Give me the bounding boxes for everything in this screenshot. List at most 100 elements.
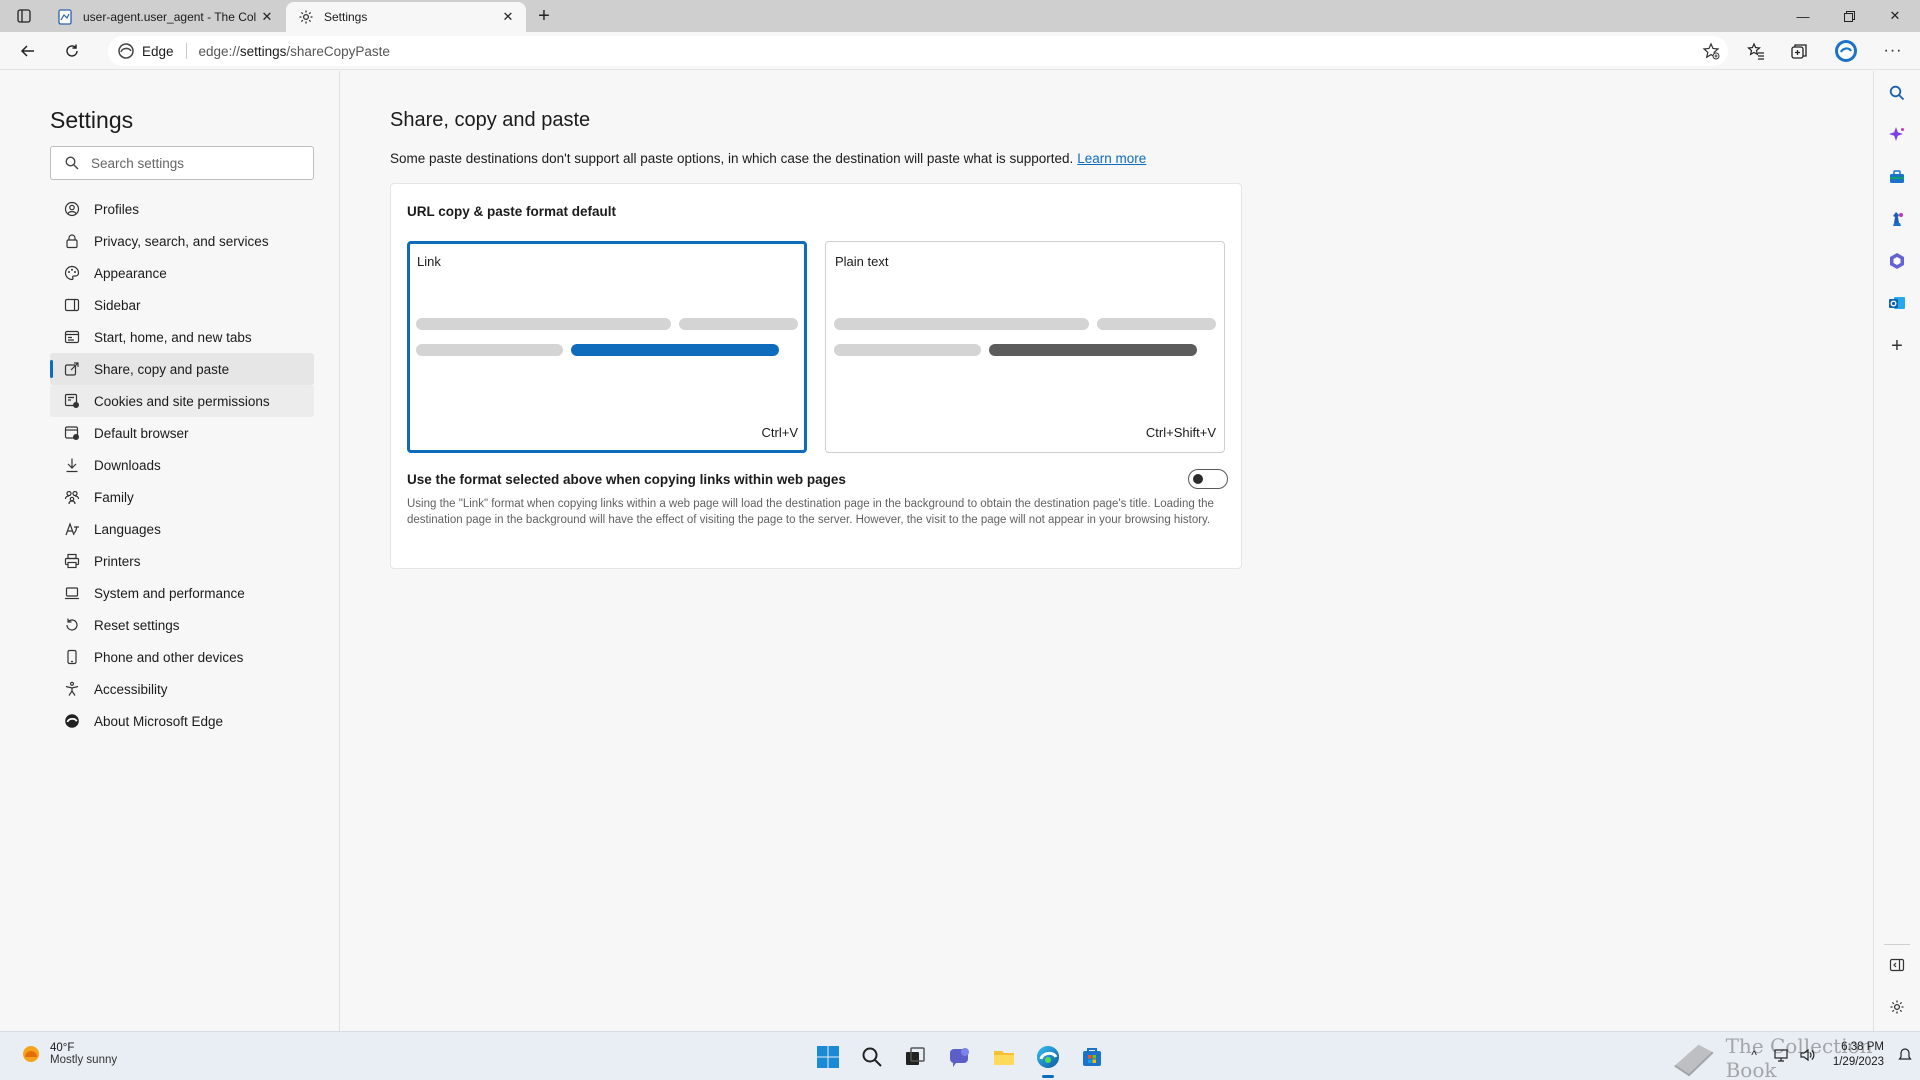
edge-taskbar-button[interactable] bbox=[1033, 1042, 1063, 1078]
chat-button[interactable] bbox=[945, 1042, 975, 1072]
search-input[interactable] bbox=[91, 155, 291, 171]
chat-icon bbox=[950, 1048, 969, 1067]
sidebar-item-default-browser[interactable]: Default browser bbox=[50, 417, 314, 449]
volume-icon[interactable] bbox=[1799, 1047, 1815, 1063]
sidebar-discover-button[interactable] bbox=[1887, 125, 1907, 145]
tab-actions-icon bbox=[17, 9, 31, 23]
weather-widget[interactable]: 40°F Mostly sunny bbox=[20, 1042, 117, 1066]
sidebar-item-privacy[interactable]: Privacy, search, and services bbox=[50, 225, 314, 257]
sidebar-office-button[interactable] bbox=[1887, 251, 1907, 271]
sidebar-search-button[interactable] bbox=[1887, 83, 1907, 103]
settings-title: Settings bbox=[50, 107, 134, 133]
minimize-button[interactable]: — bbox=[1780, 0, 1826, 32]
palette-icon bbox=[64, 265, 80, 281]
sidebar-item-appearance[interactable]: Appearance bbox=[50, 257, 314, 289]
hide-sidebar-button[interactable] bbox=[1887, 955, 1907, 975]
option-label: Link bbox=[417, 254, 441, 269]
network-icon[interactable] bbox=[1773, 1047, 1789, 1063]
file-explorer-button[interactable] bbox=[989, 1042, 1019, 1072]
site-identity[interactable]: Edge bbox=[118, 43, 174, 59]
restore-button[interactable] bbox=[1826, 0, 1872, 32]
sidebar-item-profiles[interactable]: Profiles bbox=[50, 193, 314, 225]
sidebar-tools-button[interactable] bbox=[1887, 167, 1907, 187]
sidebar-item-label: System and performance bbox=[94, 585, 245, 601]
phone-icon bbox=[64, 649, 80, 665]
language-icon bbox=[64, 521, 80, 537]
more-menu-button[interactable]: ··· bbox=[1878, 37, 1908, 65]
tab-title: Settings bbox=[324, 10, 368, 24]
chess-icon bbox=[1893, 212, 1903, 226]
sidebar-item-languages[interactable]: Languages bbox=[50, 513, 314, 545]
refresh-button[interactable] bbox=[57, 37, 87, 65]
sidebar-item-share-copy-paste[interactable]: Share, copy and paste bbox=[50, 353, 314, 385]
favorites-button[interactable] bbox=[1741, 37, 1771, 65]
search-settings-box[interactable] bbox=[50, 146, 314, 180]
clock[interactable]: 6:38 PM 1/29/2023 bbox=[1833, 1040, 1884, 1070]
sidebar-item-label: Privacy, search, and services bbox=[94, 233, 269, 249]
accessibility-icon bbox=[64, 681, 80, 697]
restore-icon bbox=[1843, 10, 1855, 22]
tab-actions-button[interactable] bbox=[10, 6, 38, 26]
tab-settings[interactable]: Settings ✕ bbox=[286, 2, 526, 32]
link-format-option[interactable]: Link Ctrl+V bbox=[407, 241, 807, 453]
sidebar-item-system[interactable]: System and performance bbox=[50, 577, 314, 609]
sidebar-item-label: Sidebar bbox=[94, 297, 141, 313]
edge-icon bbox=[64, 713, 80, 729]
sidebar-outlook-button[interactable] bbox=[1887, 293, 1907, 313]
chevron-up-icon[interactable]: ^ bbox=[1751, 1048, 1757, 1062]
sidebar-item-label: Share, copy and paste bbox=[94, 361, 230, 377]
preview-line bbox=[834, 318, 1089, 330]
search-icon bbox=[65, 156, 79, 170]
search-icon bbox=[862, 1047, 882, 1067]
sun-icon bbox=[23, 1046, 39, 1062]
sidebar-item-sidebar[interactable]: Sidebar bbox=[50, 289, 314, 321]
address-bar[interactable]: Edge edge://settings/shareCopyPaste bbox=[108, 36, 1728, 66]
learn-more-link[interactable]: Learn more bbox=[1077, 151, 1146, 166]
address-divider bbox=[185, 43, 187, 59]
sidebar-item-phone[interactable]: Phone and other devices bbox=[50, 641, 314, 673]
laptop-icon bbox=[64, 585, 80, 601]
copy-links-toggle[interactable] bbox=[1188, 469, 1228, 489]
plain-text-format-option[interactable]: Plain text Ctrl+Shift+V bbox=[825, 241, 1225, 453]
sidebar-item-label: Accessibility bbox=[94, 681, 168, 697]
taskbar-search-button[interactable] bbox=[857, 1042, 887, 1072]
plus-icon: + bbox=[538, 4, 550, 27]
sidebar-item-reset[interactable]: Reset settings bbox=[50, 609, 314, 641]
collections-button[interactable] bbox=[1784, 37, 1814, 65]
sidebar-item-downloads[interactable]: Downloads bbox=[50, 449, 314, 481]
back-arrow-icon bbox=[20, 45, 34, 57]
sidebar-item-accessibility[interactable]: Accessibility bbox=[50, 673, 314, 705]
sidebar-item-label: Reset settings bbox=[94, 617, 180, 633]
profile-button[interactable] bbox=[1831, 37, 1861, 65]
store-button[interactable] bbox=[1077, 1042, 1107, 1072]
preview-line bbox=[834, 344, 981, 356]
sidebar-item-start-home[interactable]: Start, home, and new tabs bbox=[50, 321, 314, 353]
tab-user-agent[interactable]: user-agent.user_agent - The Coll ✕ bbox=[45, 2, 285, 32]
close-icon[interactable]: ✕ bbox=[498, 7, 518, 27]
sidebar-add-button[interactable]: + bbox=[1887, 336, 1907, 356]
download-icon bbox=[64, 457, 80, 473]
new-tab-button[interactable]: + bbox=[531, 5, 557, 27]
sidebar-games-button[interactable] bbox=[1887, 209, 1907, 229]
task-view-icon bbox=[906, 1047, 925, 1065]
tab-strip: user-agent.user_agent - The Coll ✕ Setti… bbox=[0, 0, 1920, 32]
system-tray: ^ 6:38 PM 1/29/2023 bbox=[1751, 1040, 1912, 1070]
sidebar-item-label: Appearance bbox=[94, 265, 167, 281]
preview-line bbox=[679, 318, 798, 330]
site-label: Edge bbox=[142, 43, 174, 59]
option-label: Plain text bbox=[835, 254, 889, 269]
plus-icon: + bbox=[1891, 335, 1903, 357]
close-icon[interactable]: ✕ bbox=[257, 7, 277, 27]
start-button[interactable] bbox=[813, 1042, 843, 1072]
add-favorite-icon[interactable] bbox=[1702, 42, 1720, 60]
sidebar-item-family[interactable]: Family bbox=[50, 481, 314, 513]
task-view-button[interactable] bbox=[900, 1042, 930, 1072]
sidebar-item-about[interactable]: About Microsoft Edge bbox=[50, 705, 314, 737]
sidebar-item-printers[interactable]: Printers bbox=[50, 545, 314, 577]
notification-icon[interactable] bbox=[1898, 1047, 1912, 1063]
minimize-icon: — bbox=[1796, 8, 1810, 24]
back-button[interactable] bbox=[13, 37, 43, 65]
sidebar-settings-button[interactable] bbox=[1887, 997, 1907, 1017]
close-window-button[interactable]: ✕ bbox=[1872, 0, 1918, 32]
sidebar-item-cookies[interactable]: Cookies and site permissions bbox=[50, 385, 314, 417]
